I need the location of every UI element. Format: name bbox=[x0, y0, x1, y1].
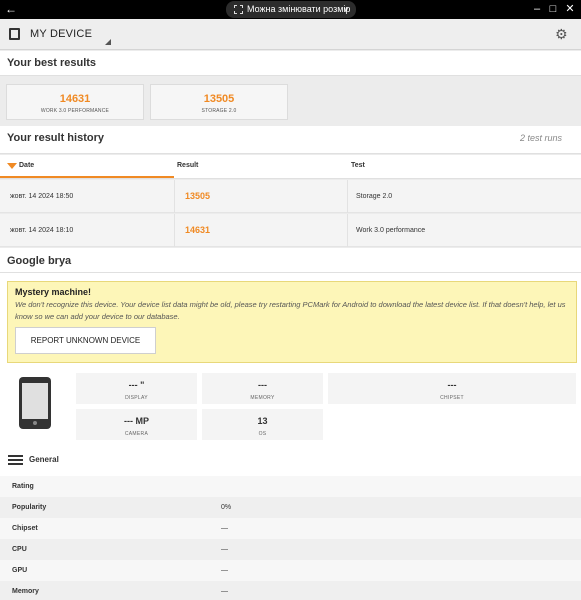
best-result-score: 14631 bbox=[59, 93, 91, 105]
spec-chipset: --- CHIPSET bbox=[328, 373, 576, 404]
table-row[interactable]: жовт. 14 2024 18:50 13505 Storage 2.0 bbox=[0, 180, 581, 213]
column-divider bbox=[347, 214, 348, 247]
spec-label: MEMORY bbox=[250, 395, 275, 401]
row-date: жовт. 14 2024 18:50 bbox=[10, 193, 74, 200]
column-header-test[interactable]: Test bbox=[351, 157, 365, 178]
best-results-header: Your best results bbox=[0, 51, 581, 76]
best-result-label: WORK 3.0 PERFORMANCE bbox=[40, 108, 110, 114]
test-run-count: 2 test runs bbox=[520, 133, 563, 143]
phone-screen bbox=[22, 383, 48, 419]
row-key: CPU bbox=[12, 546, 27, 553]
general-header bbox=[0, 448, 581, 473]
general-title: General bbox=[29, 455, 59, 464]
row-value: — bbox=[221, 546, 228, 553]
row-test: Storage 2.0 bbox=[356, 193, 393, 200]
app-header: MY DEVICE ⚙ bbox=[0, 19, 581, 50]
best-results-title: Your best results bbox=[7, 57, 97, 69]
row-value: 0% bbox=[221, 504, 232, 511]
row-key: Memory bbox=[12, 588, 39, 595]
spec-value: --- bbox=[447, 380, 457, 390]
page-title[interactable]: MY DEVICE bbox=[30, 28, 92, 40]
general-row-cpu: CPU — bbox=[0, 539, 581, 560]
list-icon bbox=[8, 455, 23, 467]
row-key: Chipset bbox=[12, 525, 38, 532]
device-icon bbox=[9, 28, 20, 40]
spec-value: --- bbox=[258, 380, 267, 390]
sort-descending-icon[interactable] bbox=[7, 163, 17, 169]
row-date: жовт. 14 2024 18:10 bbox=[10, 227, 74, 234]
chevron-down-icon: ∨ bbox=[343, 5, 349, 14]
row-result: 13505 bbox=[185, 191, 211, 201]
general-row-chipset: Chipset — bbox=[0, 518, 581, 539]
resize-mode-label: Можна змінювати розмір bbox=[247, 4, 351, 14]
resize-icon bbox=[234, 5, 243, 14]
spec-display: --- " DISPLAY bbox=[76, 373, 197, 404]
notice-text: We don't recognize this device. Your dev… bbox=[15, 300, 566, 321]
report-unknown-device-button[interactable]: REPORT UNKNOWN DEVICE bbox=[15, 327, 156, 354]
device-name: Google brya bbox=[7, 255, 72, 267]
gear-icon[interactable]: ⚙ bbox=[555, 26, 568, 43]
phone-icon bbox=[19, 377, 51, 429]
spec-camera: --- MP CAMERA bbox=[76, 409, 197, 440]
spec-label: CAMERA bbox=[124, 431, 149, 437]
column-divider bbox=[174, 180, 175, 213]
column-divider bbox=[347, 180, 348, 213]
window-titlebar: ← Можна змінювати розмір ∨ – □ ✕ bbox=[0, 0, 581, 19]
maximize-button[interactable]: □ bbox=[546, 1, 560, 17]
history-header: Your result history bbox=[0, 126, 581, 154]
spec-label: OS bbox=[258, 431, 267, 437]
table-row[interactable]: жовт. 14 2024 18:10 14631 Work 3.0 perfo… bbox=[0, 214, 581, 247]
column-header-result[interactable]: Result bbox=[177, 157, 198, 178]
general-row-rating: Rating bbox=[0, 476, 581, 497]
close-button[interactable]: ✕ bbox=[563, 1, 577, 17]
row-result: 14631 bbox=[185, 225, 211, 235]
phone-home-button bbox=[33, 421, 37, 425]
unknown-device-notice: Mystery machine! We don't recognize this… bbox=[7, 281, 577, 363]
spec-memory: --- MEMORY bbox=[202, 373, 323, 404]
minimize-button[interactable]: – bbox=[530, 1, 544, 17]
best-result-card[interactable]: 14631 WORK 3.0 PERFORMANCE bbox=[6, 84, 144, 120]
general-row-popularity: Popularity 0% bbox=[0, 497, 581, 518]
row-value: — bbox=[221, 567, 228, 574]
column-divider bbox=[174, 214, 175, 247]
spec-value: --- MP bbox=[124, 416, 149, 426]
row-key: Rating bbox=[12, 483, 34, 490]
best-result-score: 13505 bbox=[203, 93, 235, 105]
spec-label: DISPLAY bbox=[125, 395, 148, 401]
spec-os: 13 OS bbox=[202, 409, 323, 440]
dropdown-corner-icon[interactable] bbox=[105, 39, 111, 45]
active-sort-indicator bbox=[0, 176, 174, 178]
device-header: Google brya bbox=[0, 249, 581, 273]
back-arrow-icon[interactable]: ← bbox=[5, 1, 17, 17]
general-row-gpu: GPU — bbox=[0, 560, 581, 581]
best-result-label: STORAGE 2.0 bbox=[201, 108, 237, 114]
row-value: — bbox=[221, 525, 228, 532]
spec-value: --- " bbox=[128, 380, 145, 390]
row-value: — bbox=[221, 588, 228, 595]
resize-mode-dropdown[interactable]: Можна змінювати розмір ∨ bbox=[226, 1, 356, 18]
spec-value: 13 bbox=[257, 416, 268, 426]
general-row-memory: Memory — bbox=[0, 581, 581, 600]
row-test: Work 3.0 performance bbox=[356, 227, 426, 234]
row-key: Popularity bbox=[12, 504, 47, 511]
spec-label: CHIPSET bbox=[440, 395, 464, 401]
history-title: Your result history bbox=[7, 132, 104, 144]
best-result-card[interactable]: 13505 STORAGE 2.0 bbox=[150, 84, 288, 120]
notice-title: Mystery machine! bbox=[15, 287, 92, 297]
row-key: GPU bbox=[12, 567, 28, 574]
column-header-date[interactable]: Date bbox=[19, 157, 34, 178]
